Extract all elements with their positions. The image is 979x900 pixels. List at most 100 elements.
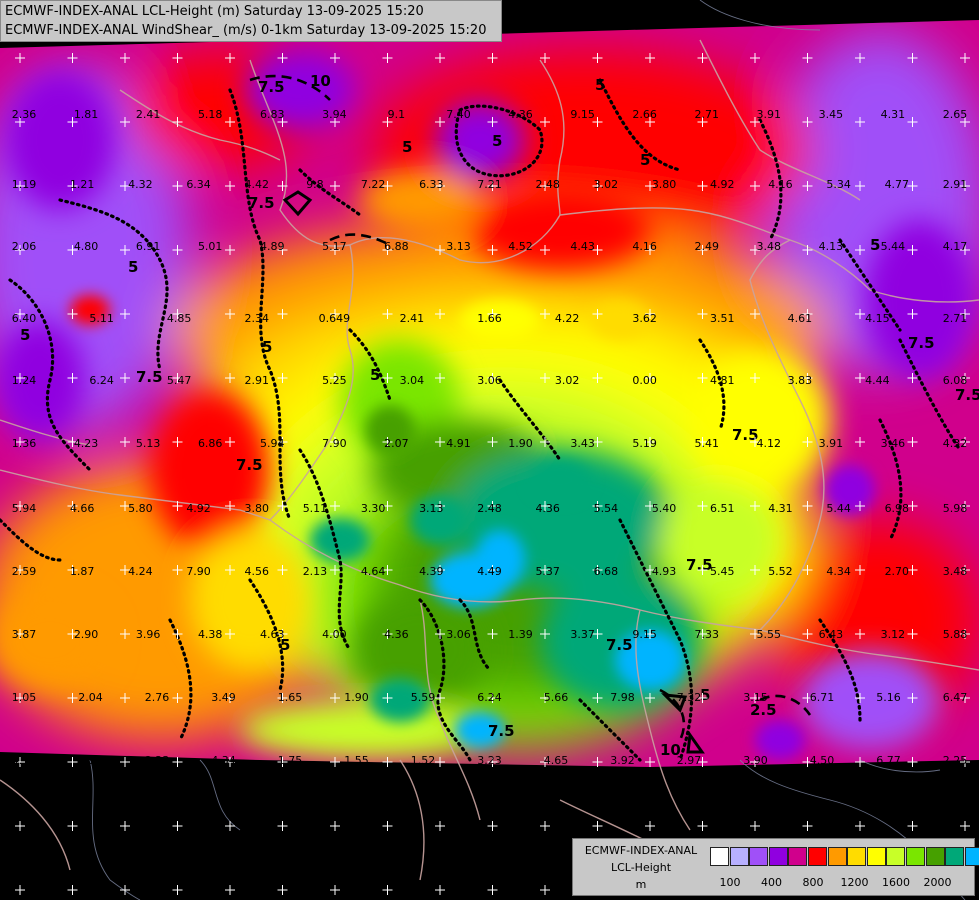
grid-value: 9.8: [306, 178, 324, 191]
grid-value: 3.23: [477, 754, 502, 767]
grid-value: 2.06: [12, 240, 37, 253]
grid-value: 3.46: [881, 437, 906, 450]
grid-value: 5.44: [881, 240, 906, 253]
grid-value: 4.17: [943, 240, 968, 253]
grid-value: 6.88: [384, 240, 409, 253]
grid-value: 2.90: [74, 628, 99, 641]
legend-tick-label: 2000: [923, 876, 952, 889]
grid-value: 5.19: [632, 437, 657, 450]
grid-value: 1.36: [12, 437, 37, 450]
grid-value: 4.36: [508, 108, 533, 121]
grid-value: 2.70: [885, 565, 910, 578]
grid-value: 4.63: [260, 628, 285, 641]
grid-value: 4.10: [12, 754, 37, 767]
grid-value: 5.88: [943, 628, 968, 641]
grid-value: 4.65: [544, 754, 569, 767]
grid-value: 3.45: [819, 108, 844, 121]
grid-value: 1.81: [74, 108, 99, 121]
legend-parameter: LCL-Height: [610, 861, 672, 874]
map-view: 7.5 10 7.5 5 5 5 5 5 7.5 5 5 7.5 7.5 7.5…: [0, 0, 979, 900]
contour-label: 5: [640, 151, 650, 169]
grid-value: 4.16: [768, 178, 793, 191]
grid-value: 2.07: [384, 437, 409, 450]
contour-label: 5: [402, 138, 412, 156]
grid-value: 1.52: [411, 754, 436, 767]
grid-value: 5.34: [826, 178, 851, 191]
map-title-box: ECMWF-INDEX-ANAL LCL-Height (m) Saturday…: [0, 0, 502, 42]
grid-value: 4.89: [260, 240, 285, 253]
grid-value: 3.06: [446, 628, 471, 641]
grid-value: 2.25: [943, 754, 968, 767]
grid-value: 4.43: [570, 240, 595, 253]
grid-value: 3.87: [12, 628, 37, 641]
grid-value: 4.56: [245, 565, 270, 578]
grid-value: 7.32: [677, 691, 702, 704]
grid-value: 5.11: [303, 502, 328, 515]
grid-value: 4.93: [652, 565, 677, 578]
grid-value: 3.04: [400, 374, 425, 387]
grid-value: 6.83: [260, 108, 285, 121]
legend-swatch: [906, 847, 925, 866]
grid-value: 3.02: [555, 374, 580, 387]
grid-value: 6.68: [594, 565, 619, 578]
grid-value: 3.83: [788, 374, 813, 387]
grid-value: 6.47: [943, 691, 968, 704]
title-lcl-height: ECMWF-INDEX-ANAL LCL-Height (m) Saturday…: [5, 4, 424, 19]
grid-value: 7.90: [322, 437, 347, 450]
grid-value: 4.44: [865, 374, 890, 387]
grid-value: 2.59: [12, 565, 37, 578]
contour-label: 7.5: [955, 386, 979, 404]
contour-label: 5: [370, 366, 380, 384]
grid-value: 3.43: [570, 437, 595, 450]
grid-value: 5.37: [535, 565, 560, 578]
grid-value: 4.12: [757, 437, 782, 450]
grid-value: 4.31: [768, 502, 793, 515]
grid-value: 3.37: [570, 628, 595, 641]
grid-value: 0.00: [632, 374, 657, 387]
grid-value: 9.1: [388, 108, 406, 121]
grid-value: 2.34: [245, 312, 270, 325]
legend-swatch: [964, 847, 979, 866]
grid-value: 6.98: [885, 502, 910, 515]
grid-value: 6.24: [89, 374, 114, 387]
grid-value: 2.41: [400, 312, 425, 325]
grid-value: 6.91: [136, 240, 161, 253]
grid-value: 3.96: [78, 754, 103, 767]
grid-value: 1.65: [278, 691, 303, 704]
grid-value: 1.55: [344, 754, 369, 767]
contour-label: 7.5: [258, 78, 285, 96]
grid-value: 4.85: [167, 312, 192, 325]
contour-label: 7.5: [236, 456, 263, 474]
grid-value: 4.42: [245, 178, 270, 191]
legend-model-name: ECMWF-INDEX-ANAL: [584, 844, 698, 857]
grid-value: 4.39: [419, 565, 444, 578]
grid-value: 9.15: [570, 108, 595, 121]
grid-value: 3.91: [819, 437, 844, 450]
grid-value: 4.80: [74, 240, 99, 253]
grid-value: 1.21: [70, 178, 95, 191]
grid-value: 5.18: [198, 108, 223, 121]
grid-value: 3.94: [322, 108, 347, 121]
grid-value: 4.36: [384, 628, 409, 641]
grid-value: 4.31: [881, 108, 906, 121]
grid-value: 1.24: [12, 374, 37, 387]
legend-tick-label: 800: [802, 876, 824, 889]
grid-value: 4.15: [865, 312, 890, 325]
grid-value: 4.66: [70, 502, 95, 515]
legend-swatch: [710, 847, 729, 866]
legend-swatch: [886, 847, 906, 866]
grid-value: 5.01: [198, 240, 223, 253]
grid-value: 4.64: [361, 565, 386, 578]
legend-tick-label: 1600: [882, 876, 910, 889]
grid-value: 3.12: [881, 628, 906, 641]
grid-value: 4.92: [186, 502, 211, 515]
legend-tick-label: 100: [719, 876, 741, 889]
grid-value: 4.13: [819, 240, 844, 253]
contour-label: 5: [128, 258, 138, 276]
grid-value: 3.30: [361, 502, 386, 515]
legend-swatch: [768, 847, 788, 866]
grid-value: 6.43: [819, 628, 844, 641]
grid-value: 7.22: [361, 178, 386, 191]
grid-value: 1.87: [70, 565, 95, 578]
grid-value: 5.55: [757, 628, 782, 641]
